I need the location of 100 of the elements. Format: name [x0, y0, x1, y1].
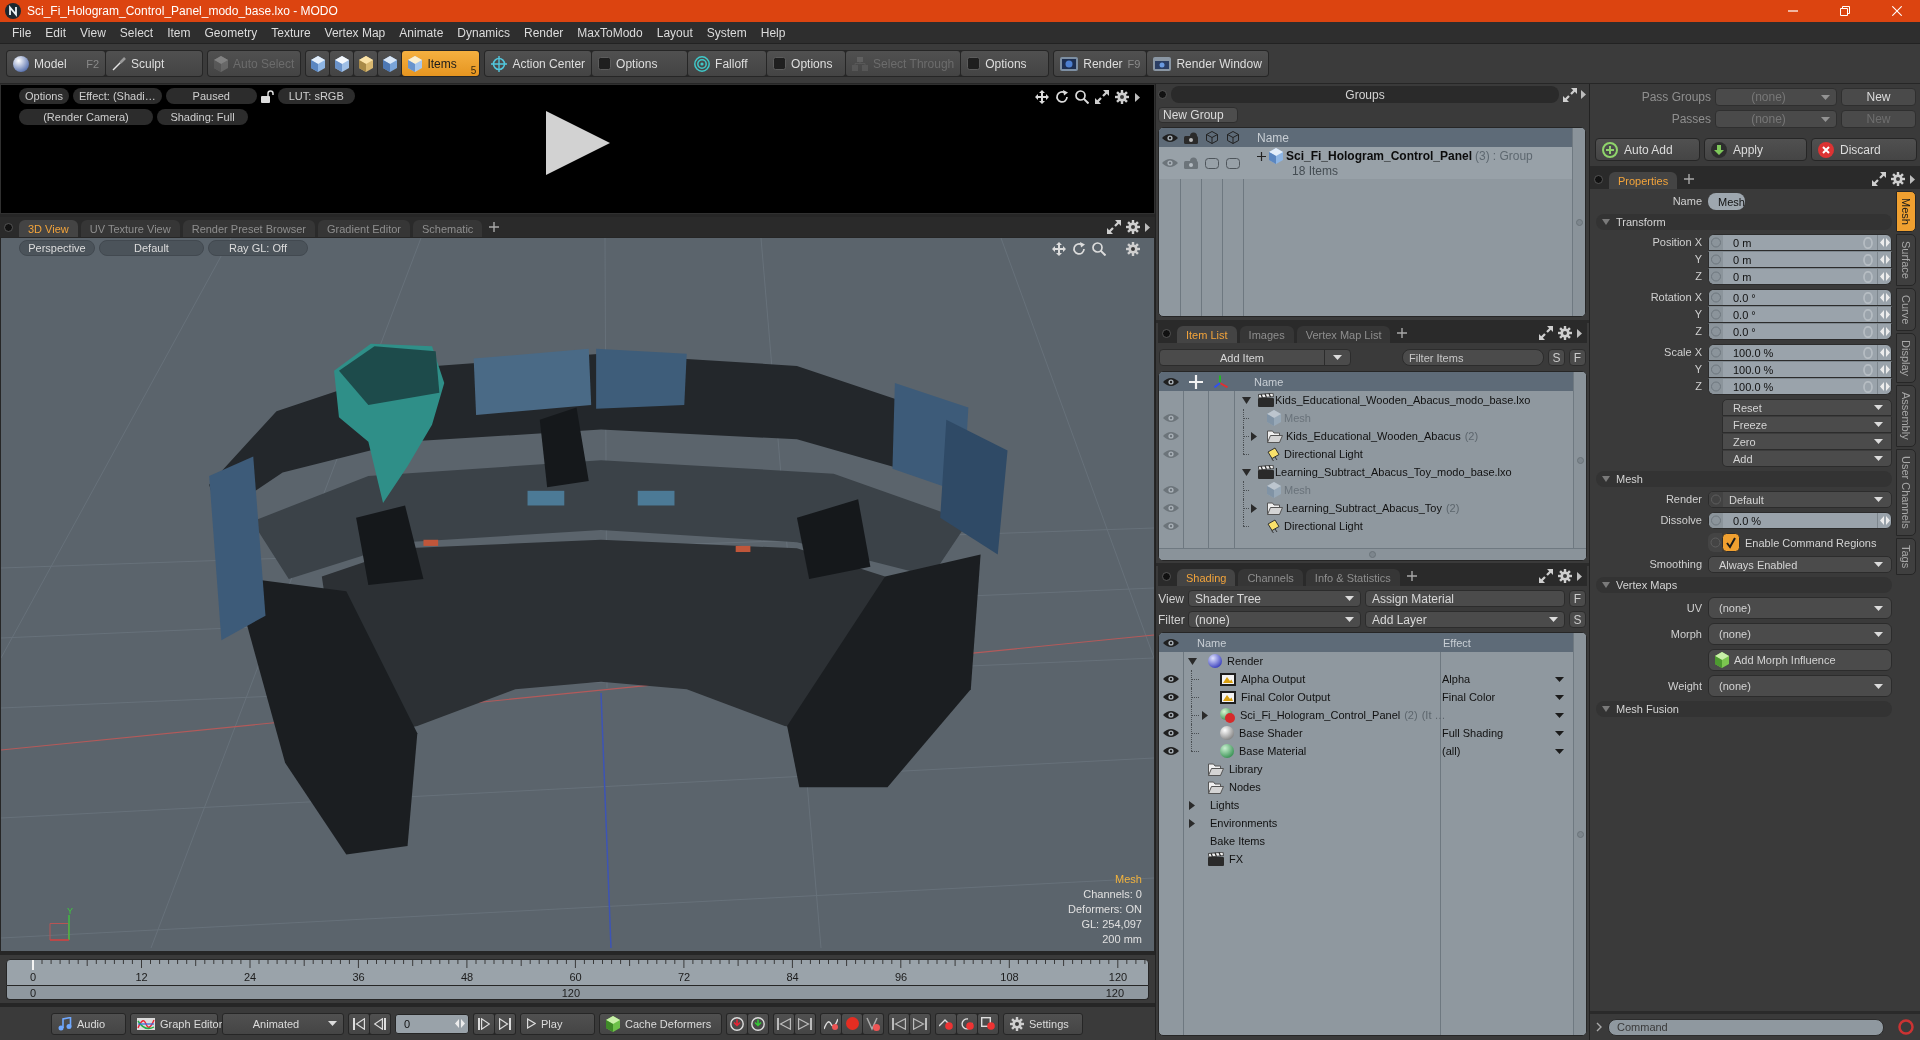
- tree-item-label[interactable]: Kids_Educational_Wooden_Abacus: [1286, 430, 1461, 442]
- action-dropdown[interactable]: Zero: [1722, 433, 1892, 450]
- menu-item[interactable]: Dynamics: [450, 22, 517, 43]
- caret-right-icon[interactable]: [1202, 710, 1208, 720]
- filter-field[interactable]: Filter Items: [1402, 349, 1544, 366]
- rotate-icon[interactable]: [1055, 90, 1069, 104]
- eye-icon[interactable]: [1163, 710, 1179, 720]
- side-tab[interactable]: Tags: [1896, 537, 1916, 575]
- slider-arrows-icon[interactable]: [1879, 348, 1890, 357]
- tree-item-label[interactable]: FX: [1229, 853, 1244, 865]
- add-tab-icon[interactable]: [1397, 328, 1408, 338]
- maximize-icon[interactable]: [1539, 326, 1553, 340]
- action-dropdown[interactable]: Add: [1722, 450, 1892, 467]
- playback-mode-dropdown[interactable]: Animated: [222, 1012, 344, 1035]
- caret-right-icon[interactable]: [1581, 90, 1586, 99]
- play-icon[interactable]: [546, 111, 610, 175]
- rounded-square-icon[interactable]: [1225, 157, 1240, 169]
- effect-dropdown[interactable]: Alpha: [1440, 670, 1570, 688]
- number-field[interactable]: 0.0 %: [1708, 512, 1892, 529]
- menu-item[interactable]: Animate: [392, 22, 451, 43]
- caret-right-icon[interactable]: [1135, 92, 1140, 102]
- playhead-marker[interactable]: [32, 960, 34, 970]
- side-tab[interactable]: Display: [1896, 333, 1916, 384]
- effect-dropdown[interactable]: Full Shading: [1440, 724, 1570, 742]
- menu-item[interactable]: Geometry: [197, 22, 265, 43]
- caret-right-icon[interactable]: [1577, 571, 1582, 581]
- settings-icon[interactable]: [1558, 326, 1572, 340]
- caret-right-icon[interactable]: [1577, 328, 1582, 338]
- panel-tab[interactable]: 3D View: [19, 220, 78, 237]
- slider-arrows-icon[interactable]: [1879, 382, 1890, 391]
- viewport-option-button[interactable]: Default: [99, 240, 204, 256]
- skip-to-end-button[interactable]: [495, 1013, 515, 1034]
- toolbar-button[interactable]: Action Center: [485, 51, 592, 76]
- side-tab[interactable]: Surface: [1896, 233, 1916, 286]
- action-button[interactable]: Apply: [1704, 138, 1807, 161]
- eye-icon[interactable]: [1163, 692, 1179, 702]
- toolbar-button[interactable]: Render F9: [1054, 51, 1147, 76]
- settings-icon[interactable]: [1558, 569, 1572, 583]
- side-tab[interactable]: User Channels: [1896, 448, 1916, 536]
- action-button[interactable]: Discard: [1811, 138, 1917, 161]
- tree-item-label[interactable]: Render: [1227, 655, 1264, 667]
- lock-icon[interactable]: [260, 89, 274, 103]
- action-dropdown[interactable]: Freeze: [1722, 416, 1892, 433]
- restore-icon[interactable]: [1840, 6, 1850, 16]
- step-forward-button[interactable]: [474, 1013, 494, 1034]
- selection-mode-button[interactable]: Items 5: [402, 51, 480, 76]
- selection-mode-button[interactable]: [354, 51, 378, 76]
- viewport-option-button[interactable]: Perspective: [19, 240, 95, 256]
- tree-item-label[interactable]: Lights: [1210, 799, 1240, 811]
- settings-icon[interactable]: [1126, 220, 1140, 234]
- section-header[interactable]: Transform: [1596, 214, 1892, 230]
- number-field[interactable]: 0.0 °: [1708, 289, 1892, 306]
- circle-icon[interactable]: [1709, 513, 1723, 528]
- plus-icon[interactable]: [1257, 151, 1266, 161]
- number-field[interactable]: 100.0 %: [1708, 361, 1892, 378]
- caret-right-icon[interactable]: [1251, 431, 1257, 441]
- caret-right-icon[interactable]: [1189, 800, 1195, 810]
- slider-arrows-icon[interactable]: [1879, 272, 1890, 281]
- caret-down-icon[interactable]: [1187, 657, 1197, 665]
- key-button[interactable]: [957, 1013, 977, 1034]
- add-layer-dropdown[interactable]: Add Layer: [1365, 611, 1565, 628]
- action-dropdown[interactable]: Reset: [1722, 399, 1892, 416]
- group-name[interactable]: Sci_Fi_Hologram_Control_Panel: [1286, 149, 1473, 163]
- 3d-viewport[interactable]: Perspective Default Ray GL: Off Mesh Channels: 0 Deformers: ON GL: 254,097 200 mm Y: [0, 237, 1155, 952]
- panel-tab[interactable]: Channels: [1238, 569, 1303, 586]
- panel-tab[interactable]: Item List: [1177, 326, 1237, 343]
- property-dropdown[interactable]: Default: [1708, 491, 1892, 508]
- tree-item-label[interactable]: Final Color Output: [1241, 691, 1331, 703]
- selection-mode-button[interactable]: [330, 51, 354, 76]
- zoom-icon[interactable]: [1075, 90, 1089, 104]
- panel-tab[interactable]: Gradient Editor: [318, 220, 410, 237]
- maximize-icon[interactable]: [1539, 569, 1553, 583]
- preview-option-button[interactable]: Effect: (Shadi…: [72, 88, 162, 104]
- action-button[interactable]: Auto Add: [1595, 138, 1700, 161]
- menu-item[interactable]: Item: [160, 22, 198, 43]
- assign-material-button[interactable]: Assign Material: [1365, 590, 1565, 607]
- number-field[interactable]: 0 m: [1708, 268, 1892, 285]
- close-icon[interactable]: [1892, 6, 1902, 16]
- key-button[interactable]: [936, 1013, 956, 1034]
- panel-tab[interactable]: UV Texture View: [80, 220, 180, 237]
- tree-item-label[interactable]: Learning_Subtract_Abacus_Toy_modo_base.lxo: [1275, 466, 1512, 478]
- panel-tab[interactable]: Properties: [1609, 172, 1678, 189]
- number-field[interactable]: 100.0 %: [1708, 378, 1892, 395]
- tree-item-label[interactable]: Base Material: [1239, 745, 1307, 757]
- viewport-option-button[interactable]: Ray GL: Off: [208, 240, 308, 256]
- panel-tab[interactable]: Images: [1239, 326, 1294, 343]
- toolbar-toggle[interactable]: Options: [592, 51, 688, 76]
- tree-item-label[interactable]: Directional Light: [1284, 448, 1363, 460]
- toolbar-button[interactable]: Falloff: [688, 51, 767, 76]
- tree-item-label[interactable]: Alpha Output: [1241, 673, 1306, 685]
- range-bar[interactable]: 0 120 120: [6, 986, 1149, 1000]
- menu-item[interactable]: Select: [112, 22, 161, 43]
- panel-tab[interactable]: Info & Statistics: [1305, 569, 1400, 586]
- add-tab-icon[interactable]: [1406, 571, 1417, 581]
- tree-item-label[interactable]: Learning_Subtract_Abacus_Toy: [1286, 502, 1442, 514]
- command-field[interactable]: Command: [1608, 1018, 1884, 1036]
- slider-arrows-icon[interactable]: [1879, 293, 1890, 302]
- menu-item[interactable]: Render: [517, 22, 571, 43]
- number-field[interactable]: 0 m: [1708, 234, 1892, 251]
- filter-dropdown[interactable]: (none): [1188, 611, 1361, 628]
